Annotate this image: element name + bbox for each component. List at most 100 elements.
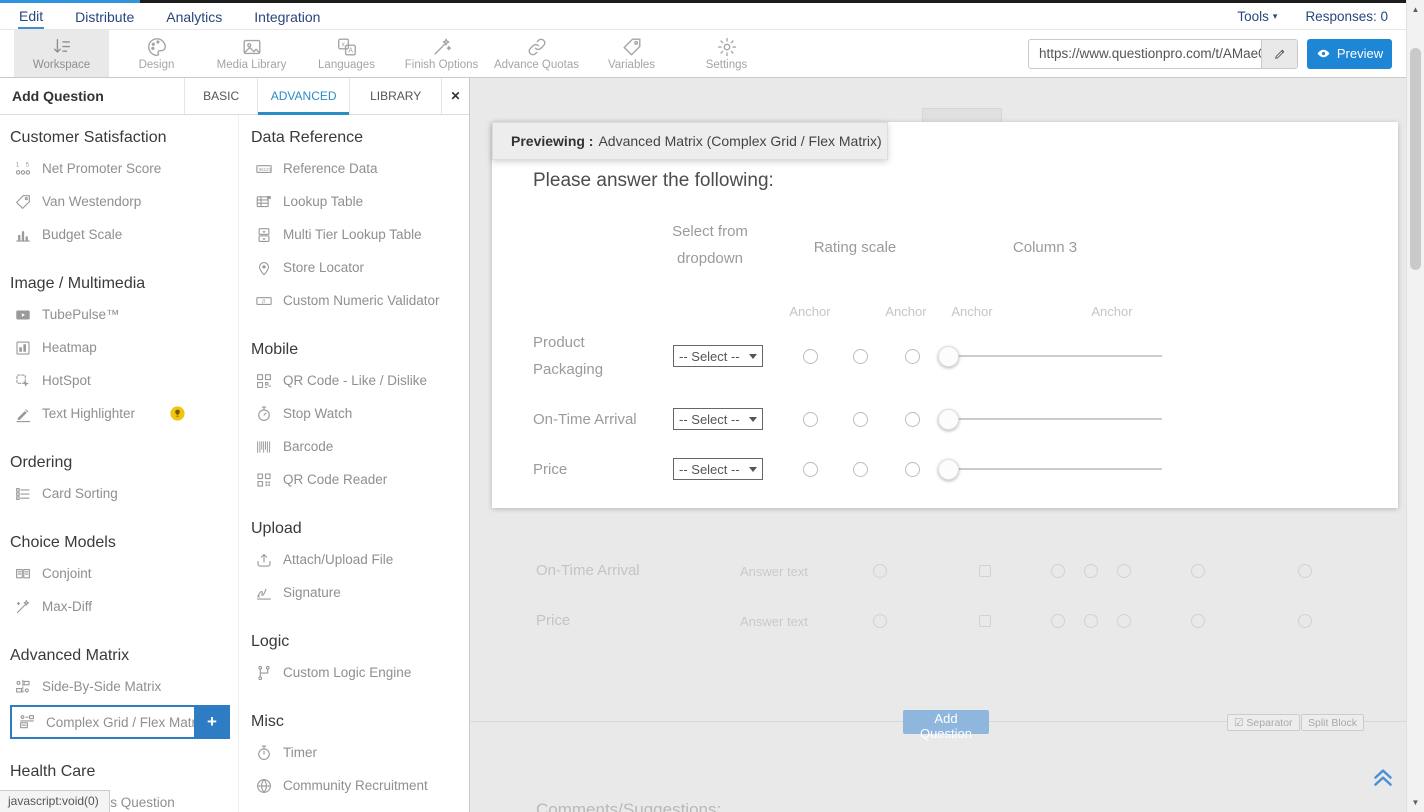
numeric-validator-icon: # (255, 292, 273, 310)
bg-checkbox (979, 615, 991, 627)
question-type-side-by-side-matrix[interactable]: Side-By-Side Matrix (10, 670, 238, 703)
preview-button[interactable]: Preview (1307, 39, 1392, 69)
question-type-conjoint[interactable]: Conjoint (10, 557, 238, 590)
matrix-radio[interactable] (905, 412, 920, 427)
survey-url-input[interactable]: https://www.questionpro.com/t/AMae0Zhr (1029, 40, 1261, 68)
hotspot-icon (14, 372, 32, 390)
slider-track[interactable] (948, 355, 1162, 357)
toolbar-item-finish-options[interactable]: Finish Options (394, 30, 489, 77)
responses-count[interactable]: Responses: 0 (1305, 9, 1388, 24)
slider-thumb[interactable] (938, 459, 959, 480)
languages-icon: xA (336, 36, 358, 58)
top-nav-right: Tools ▾ Responses: 0 (1237, 9, 1388, 24)
stopwatch-icon (255, 405, 273, 423)
matrix-row-label: On-Time Arrival (533, 392, 638, 446)
question-type-reference-data[interactable]: 96123Reference Data (251, 152, 469, 185)
tools-label: Tools (1237, 9, 1269, 24)
nav-tab-edit[interactable]: Edit (18, 4, 44, 29)
side-by-side-matrix-icon (14, 678, 32, 696)
toolbar-item-variables[interactable]: Variables (584, 30, 679, 77)
select-caret-icon (749, 417, 757, 422)
matrix-radio[interactable] (803, 349, 818, 364)
edit-url-button[interactable] (1261, 40, 1297, 68)
question-type-store-locator[interactable]: Store Locator (251, 251, 469, 284)
split-block-button[interactable]: Split Block (1301, 714, 1364, 731)
toolbar-item-settings[interactable]: Settings (679, 30, 774, 77)
question-type-qr-code-reader[interactable]: QR Code Reader (251, 463, 469, 496)
slider-track[interactable] (948, 418, 1162, 420)
matrix-select-dropdown[interactable]: -- Select -- (673, 458, 763, 480)
scroll-to-top-button[interactable] (1370, 763, 1396, 787)
budget-scale-icon (14, 226, 32, 244)
matrix-radio[interactable] (803, 462, 818, 477)
slider-thumb[interactable] (938, 409, 959, 430)
question-type-community-recruitment[interactable]: Community Recruitment (251, 769, 469, 802)
question-type-custom-logic-engine[interactable]: Custom Logic Engine (251, 656, 469, 689)
question-type-complex-grid-flex-matrix-selected[interactable]: Complex Grid / Flex Matrix+ (10, 705, 205, 739)
scrollbar-down-arrow[interactable]: ▼ (1407, 798, 1424, 807)
matrix-radio[interactable] (905, 462, 920, 477)
matrix-select-dropdown[interactable]: -- Select -- (673, 345, 763, 367)
question-type-van-westendorp[interactable]: Van Westendorp (10, 185, 238, 218)
question-type-lookup-table[interactable]: Lookup Table (251, 185, 469, 218)
question-type-multi-tier-lookup-table[interactable]: Multi Tier Lookup Table (251, 218, 469, 251)
slider-thumb[interactable] (938, 346, 959, 367)
question-type-barcode[interactable]: Barcode (251, 430, 469, 463)
page-scrollbar[interactable]: ▲ ▼ (1406, 0, 1424, 812)
question-type-tubepulse[interactable]: TubePulse™ (10, 298, 238, 331)
question-type-custom-numeric-validator[interactable]: #Custom Numeric Validator (251, 284, 469, 317)
anchor-label: Anchor (780, 304, 840, 319)
toolbar-item-workspace[interactable]: Workspace (14, 30, 109, 77)
tools-menu[interactable]: Tools ▾ (1237, 9, 1277, 24)
question-type-text-highlighter[interactable]: Text Highlighter (10, 397, 238, 430)
toolbar-item-media-library[interactable]: Media Library (204, 30, 299, 77)
eye-icon (1316, 46, 1331, 61)
section-logic: LogicCustom Logic Engine (251, 633, 469, 689)
toolbar-item-languages[interactable]: xALanguages (299, 30, 394, 77)
question-type-net-promoter-score[interactable]: 15Net Promoter Score (10, 152, 238, 185)
question-type-timer[interactable]: Timer (251, 736, 469, 769)
panel-tab-library[interactable]: LIBRARY (349, 78, 441, 114)
matrix-radio[interactable] (803, 412, 818, 427)
nav-tab-distribute[interactable]: Distribute (74, 5, 135, 28)
page-loading-bar (0, 0, 1424, 3)
question-type-card-sorting[interactable]: Card Sorting (10, 477, 238, 510)
question-type-heatmap[interactable]: Heatmap (10, 331, 238, 364)
close-panel-button[interactable]: ✕ (441, 78, 469, 114)
scrollbar-thumb[interactable] (1410, 48, 1421, 270)
panel-tab-advanced[interactable]: ADVANCED (257, 78, 349, 114)
toolbar-items: WorkspaceDesignMedia LibraryxALanguagesF… (14, 30, 774, 77)
multi-tier-lookup-icon (255, 226, 273, 244)
timer-icon (255, 744, 273, 762)
qr-reader-icon (255, 471, 273, 489)
matrix-radio[interactable] (853, 412, 868, 427)
bg-answer-text: Answer text (740, 564, 808, 579)
heatmap-icon (14, 339, 32, 357)
add-question-type-button[interactable]: + (194, 705, 230, 739)
question-type-max-diff[interactable]: Max-Diff (10, 590, 238, 623)
section-upload: UploadAttach/Upload FileSignature (251, 520, 469, 609)
question-type-stop-watch[interactable]: Stop Watch (251, 397, 469, 430)
matrix-radio[interactable] (905, 349, 920, 364)
question-type-hotspot[interactable]: HotSpot (10, 364, 238, 397)
survey-editor-area: Please answer the following: Select from… (470, 78, 1424, 812)
question-type-attach-upload-file[interactable]: Attach/Upload File (251, 543, 469, 576)
toolbar-item-advance-quotas[interactable]: Advance Quotas (489, 30, 584, 77)
question-type-budget-scale[interactable]: Budget Scale (10, 218, 238, 251)
matrix-row-label: Product Packaging (533, 329, 638, 383)
matrix-radio[interactable] (853, 349, 868, 364)
matrix-select-dropdown[interactable]: -- Select -- (673, 408, 763, 430)
scrollbar-up-arrow[interactable]: ▲ (1407, 5, 1424, 14)
toolbar-item-design[interactable]: Design (109, 30, 204, 77)
separator-toggle[interactable]: ☑ Separator (1227, 714, 1300, 731)
matrix-radio[interactable] (853, 462, 868, 477)
slider-track[interactable] (948, 468, 1162, 470)
select-caret-icon (749, 354, 757, 359)
nav-tab-analytics[interactable]: Analytics (165, 5, 223, 28)
maxdiff-icon (14, 598, 32, 616)
nav-tab-integration[interactable]: Integration (253, 5, 321, 28)
add-question-button[interactable]: Add Question (903, 710, 989, 734)
question-type-qr-code-like-dislike[interactable]: QR Code - Like / Dislike (251, 364, 469, 397)
question-type-signature[interactable]: Signature (251, 576, 469, 609)
panel-tab-basic[interactable]: BASIC (184, 78, 257, 114)
